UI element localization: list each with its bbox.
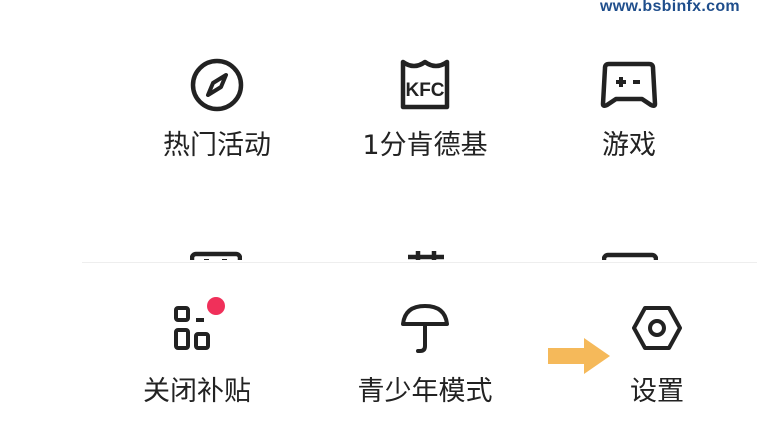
svg-text:KFC: KFC [405,80,444,101]
grid-item-kfc[interactable]: KFC 1分肯德基 [340,56,510,162]
watermark-text: www.bsbinfx.com [600,0,740,15]
grid-item-label: 热门活动 [163,130,271,161]
teen-mode-button[interactable]: 青少年模式 [340,296,510,408]
pointer-arrow-icon [548,338,610,374]
umbrella-icon [401,304,449,353]
partial-icon [400,248,452,260]
gamepad-icon [600,61,658,109]
partial-icon [602,248,658,260]
grid-item-label: 游戏 [602,130,656,161]
bottom-item-label: 青少年模式 [357,376,493,407]
compass-icon [190,58,244,112]
partial-icon [190,248,242,260]
notification-badge [207,297,225,315]
bottom-item-label: 设置 [630,376,684,407]
kfc-bucket-icon: KFC [400,59,450,110]
bottom-item-label: 关闭补贴 [143,376,251,407]
grid-item-hot-activities[interactable]: 热门活动 [132,56,302,162]
grid-item-games[interactable]: 游戏 [544,56,714,162]
hexagon-settings-icon [632,306,682,350]
scan-code-icon [174,297,225,350]
grid-item-label: 1分肯德基 [362,130,488,161]
close-subsidy-button[interactable]: 关闭补贴 [112,296,282,408]
